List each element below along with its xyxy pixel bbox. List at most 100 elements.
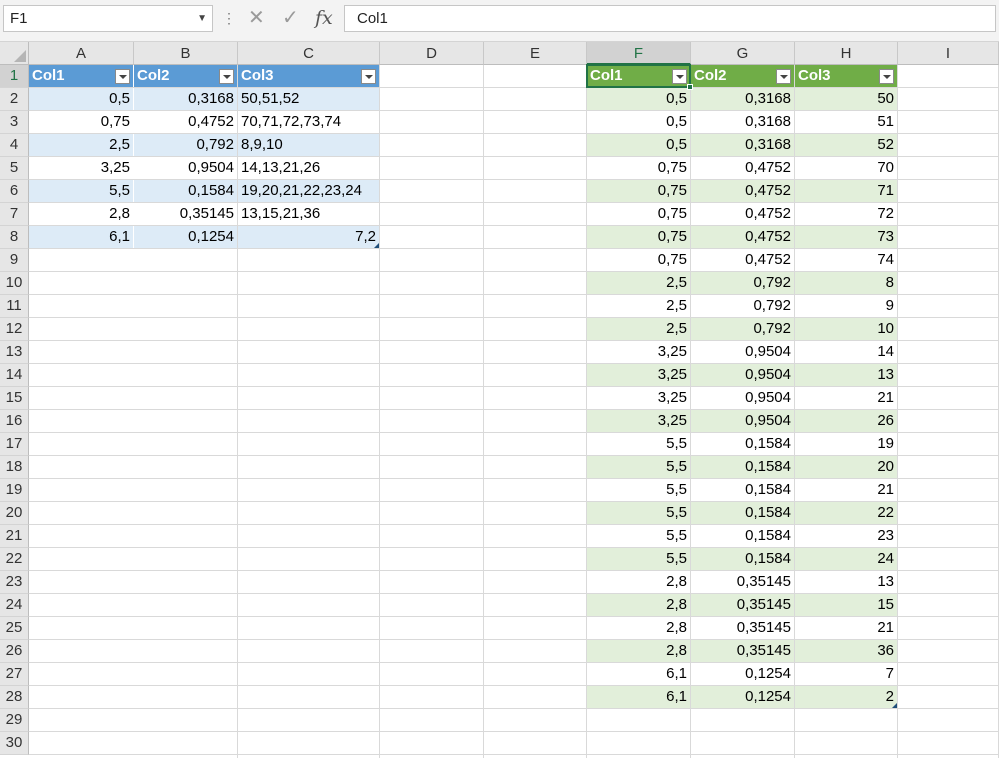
table-cell[interactable]: 0,75	[587, 180, 690, 202]
fill-handle[interactable]	[687, 84, 693, 90]
table-cell[interactable]: 0,9504	[691, 410, 794, 432]
table-cell[interactable]: 0,35145	[691, 571, 794, 593]
row-header-14[interactable]: 14	[0, 364, 29, 387]
row-header-8[interactable]: 8	[0, 226, 29, 249]
table-cell[interactable]: 0,9504	[134, 157, 237, 179]
table-cell[interactable]: 0,1584	[691, 502, 794, 524]
table-cell[interactable]: 3,25	[587, 410, 690, 432]
table-cell[interactable]: 6,1	[587, 663, 690, 685]
table-cell[interactable]: 0,9504	[691, 387, 794, 409]
table-cell[interactable]: 24	[795, 548, 897, 570]
table-cell[interactable]: 0,1584	[134, 180, 237, 202]
row-header-30[interactable]: 30	[0, 732, 29, 755]
table-cell[interactable]: 71	[795, 180, 897, 202]
table-cell[interactable]: 2,8	[587, 571, 690, 593]
table-cell[interactable]: 0,9504	[691, 341, 794, 363]
table-cell[interactable]: 13	[795, 364, 897, 386]
table-resize-handle-icon[interactable]	[892, 703, 897, 708]
table-cell[interactable]: 0,35145	[134, 203, 237, 225]
row-header-10[interactable]: 10	[0, 272, 29, 295]
table-cell[interactable]: 0,75	[587, 203, 690, 225]
table-cell[interactable]: 73	[795, 226, 897, 248]
table-cell[interactable]: 8,9,10	[238, 134, 379, 156]
filter-dropdown-icon[interactable]	[776, 69, 791, 84]
table-cell[interactable]: 74	[795, 249, 897, 271]
table-cell[interactable]: 0,5	[587, 134, 690, 156]
row-header-23[interactable]: 23	[0, 571, 29, 594]
table-cell[interactable]: 0,1254	[691, 663, 794, 685]
row-header-22[interactable]: 22	[0, 548, 29, 571]
table-cell[interactable]: 19,20,21,22,23,24	[238, 180, 379, 202]
table-resize-handle-icon[interactable]	[374, 243, 379, 248]
table-cell[interactable]: 0,3168	[691, 88, 794, 110]
table-cell[interactable]: 0,792	[691, 272, 794, 294]
table-cell[interactable]: 3,25	[587, 387, 690, 409]
row-header-29[interactable]: 29	[0, 709, 29, 732]
table-cell[interactable]: 2,8	[587, 640, 690, 662]
table-cell[interactable]: 5,5	[587, 433, 690, 455]
table-cell[interactable]: 5,5	[587, 525, 690, 547]
table-cell[interactable]: 2,5	[587, 295, 690, 317]
filter-dropdown-icon[interactable]	[672, 69, 687, 84]
table-cell[interactable]: 0,3168	[691, 111, 794, 133]
table-cell[interactable]: 0,35145	[691, 617, 794, 639]
table-cell[interactable]: 70,71,72,73,74	[238, 111, 379, 133]
table-cell[interactable]: 3,25	[29, 157, 133, 179]
table-cell[interactable]: 0,35145	[691, 594, 794, 616]
table-cell[interactable]: 72	[795, 203, 897, 225]
table-cell[interactable]: 6,1	[29, 226, 133, 248]
row-header-6[interactable]: 6	[0, 180, 29, 203]
row-header-24[interactable]: 24	[0, 594, 29, 617]
column-header-c[interactable]: C	[238, 42, 380, 65]
table-cell[interactable]: 2	[795, 686, 897, 708]
drag-handle-icon[interactable]: ⋮	[222, 9, 236, 27]
table-cell[interactable]: 21	[795, 479, 897, 501]
row-header-5[interactable]: 5	[0, 157, 29, 180]
table-cell[interactable]: 50,51,52	[238, 88, 379, 110]
table-cell[interactable]: 0,792	[134, 134, 237, 156]
table-cell[interactable]: 2,8	[587, 594, 690, 616]
table-cell[interactable]: 13,15,21,36	[238, 203, 379, 225]
table-cell[interactable]: 0,5	[587, 88, 690, 110]
row-header-20[interactable]: 20	[0, 502, 29, 525]
column-header-e[interactable]: E	[484, 42, 587, 65]
filter-dropdown-icon[interactable]	[879, 69, 894, 84]
row-header-13[interactable]: 13	[0, 341, 29, 364]
row-header-27[interactable]: 27	[0, 663, 29, 686]
row-header-21[interactable]: 21	[0, 525, 29, 548]
table-cell[interactable]: 0,4752	[691, 203, 794, 225]
row-header-19[interactable]: 19	[0, 479, 29, 502]
formula-input[interactable]: Col1	[344, 5, 996, 32]
table-cell[interactable]: 8	[795, 272, 897, 294]
table-cell[interactable]: 0,3168	[134, 88, 237, 110]
row-header-11[interactable]: 11	[0, 295, 29, 318]
table-cell[interactable]: 0,1584	[691, 433, 794, 455]
table-cell[interactable]: 0,792	[691, 318, 794, 340]
table-cell[interactable]: 36	[795, 640, 897, 662]
table-cell[interactable]: 2,5	[587, 272, 690, 294]
table-cell[interactable]: 23	[795, 525, 897, 547]
name-box[interactable]: F1 ▼	[3, 5, 213, 32]
table-cell[interactable]: 0,75	[587, 226, 690, 248]
table-header-cell[interactable]: Col3	[238, 65, 379, 87]
table-cell[interactable]: 2,5	[587, 318, 690, 340]
table-cell[interactable]: 0,1584	[691, 456, 794, 478]
row-header-7[interactable]: 7	[0, 203, 29, 226]
table-cell[interactable]: 3,25	[587, 341, 690, 363]
spreadsheet-grid[interactable]: ABCDEFGHI 1 2 3 4 5 6 7 8 9 10 11 12 13 14 15 16 17 18 19 2…	[0, 42, 999, 758]
chevron-down-icon[interactable]: ▼	[197, 6, 207, 31]
insert-function-icon[interactable]: fx	[315, 6, 333, 30]
table-cell[interactable]: 0,75	[587, 157, 690, 179]
row-header-25[interactable]: 25	[0, 617, 29, 640]
table-cell[interactable]: 0,1254	[691, 686, 794, 708]
table-cell[interactable]: 5,5	[587, 548, 690, 570]
table-cell[interactable]: 0,35145	[691, 640, 794, 662]
table-cell[interactable]: 5,5	[29, 180, 133, 202]
row-header-4[interactable]: 4	[0, 134, 29, 157]
column-header-d[interactable]: D	[380, 42, 484, 65]
table-cell[interactable]: 3,25	[587, 364, 690, 386]
row-header-1[interactable]: 1	[0, 65, 29, 88]
table-cell[interactable]: 50	[795, 88, 897, 110]
column-header-h[interactable]: H	[795, 42, 898, 65]
table-cell[interactable]: 2,8	[587, 617, 690, 639]
